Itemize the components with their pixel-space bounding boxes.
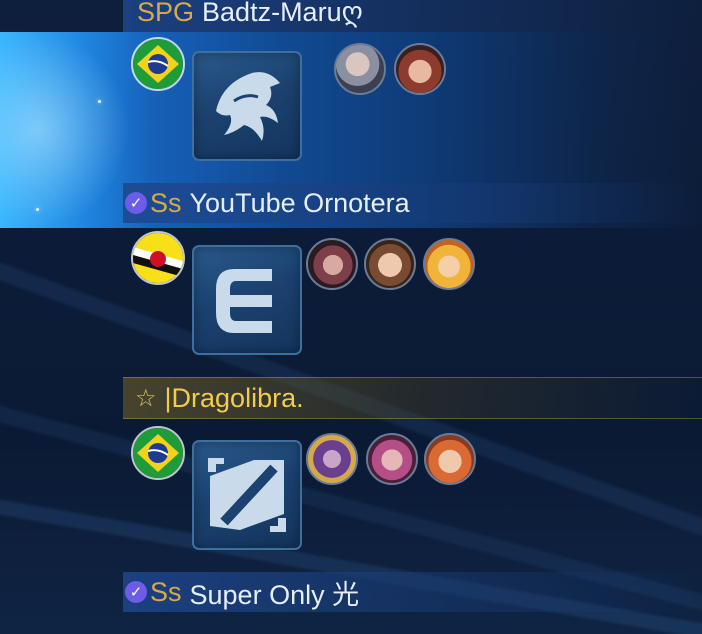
player-name-bar[interactable]: ✓ Ss Super Only 光 [123, 572, 702, 612]
player-name: Super Only 光 [189, 579, 360, 610]
player-name-bar[interactable]: ✓ Ss YouTube Ornotera [123, 183, 702, 223]
player-name-bar-highlighted[interactable]: ☆ |Dragolibra. [123, 377, 702, 419]
sparkle-icon [98, 100, 101, 103]
mage-claw-emblem-icon[interactable] [192, 51, 302, 161]
hero-portrait-dark-hair[interactable] [306, 238, 358, 290]
hero-portrait-red-hair[interactable] [394, 43, 446, 95]
hero-portrait-orange-kid[interactable] [424, 433, 476, 485]
player-name: YouTube Ornotera [189, 187, 410, 218]
verified-check-icon: ✓ [125, 192, 147, 214]
hero-portrait-purple-armor[interactable] [306, 433, 358, 485]
hero-portrait-silver-armor[interactable] [334, 43, 386, 95]
player-name: |Dragolibra. [164, 382, 304, 413]
player-name-bar[interactable]: SPG Badtz-Maruღ [123, 0, 702, 32]
brunei-flag-icon [131, 231, 185, 285]
brazil-flag-icon [131, 426, 185, 480]
fighter-emblem-icon[interactable] [192, 245, 302, 355]
brazil-flag-icon [131, 37, 185, 91]
rank-label: Ss [150, 576, 182, 607]
hero-portrait-brown-hair[interactable] [364, 238, 416, 290]
rank-label: SPG [137, 0, 195, 27]
rank-label: Ss [150, 187, 182, 218]
hero-portrait-pink-hair[interactable] [366, 433, 418, 485]
sparkle-icon [36, 208, 39, 211]
hero-portrait-blonde-kid[interactable] [423, 238, 475, 290]
star-icon: ☆ [135, 384, 157, 412]
marksman-emblem-icon[interactable] [192, 440, 302, 550]
player-name: Badtz-Maruღ [202, 0, 363, 27]
verified-check-icon: ✓ [125, 581, 147, 603]
